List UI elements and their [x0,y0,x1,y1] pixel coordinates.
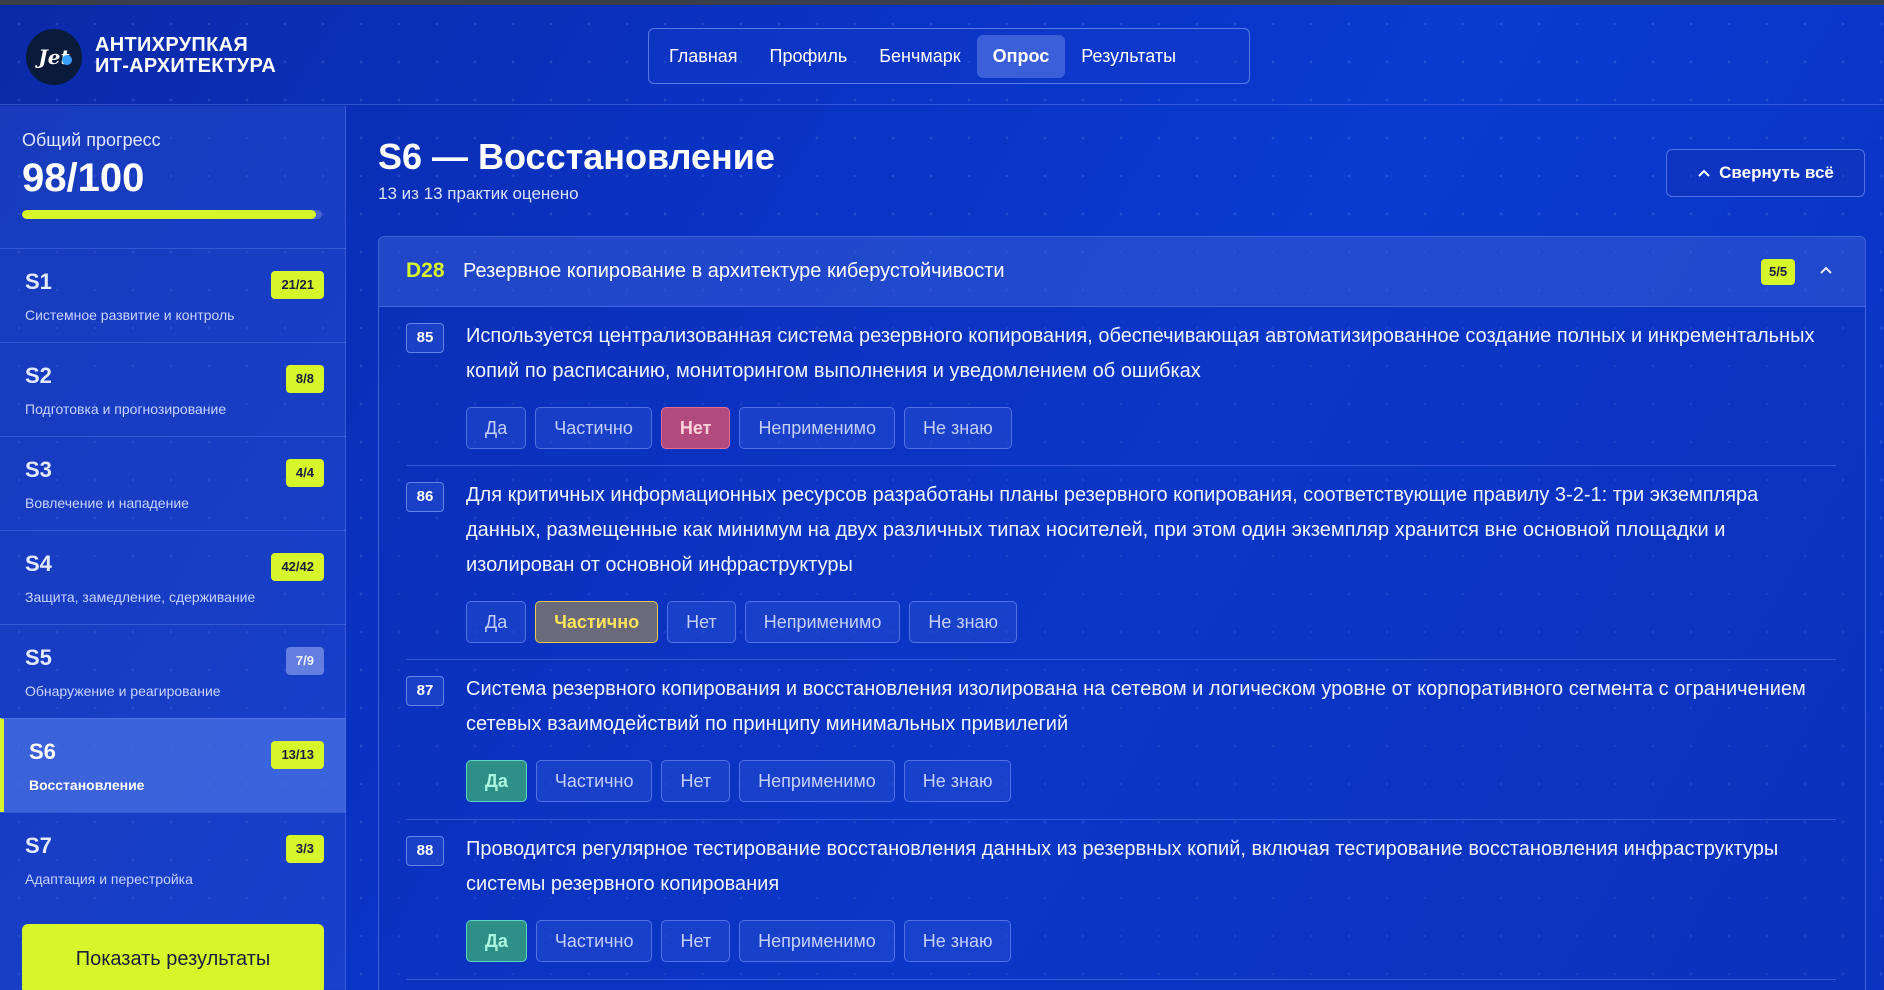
divider [406,659,1836,660]
option-unknown[interactable]: Не знаю [909,601,1018,643]
section-code: S6 [29,739,56,764]
option-partial[interactable]: Частично [535,760,653,802]
main-nav: Главная Профиль Бенчмарк Опрос Результат… [648,28,1250,84]
section-code: S4 [25,551,52,576]
progress-bar [22,210,322,219]
option-partial[interactable]: Частично [535,407,652,449]
option-yes[interactable]: Да [466,920,527,962]
chevron-up-icon[interactable] [1819,259,1833,280]
divider [406,979,1836,980]
brand-name: АНТИХРУПКАЯ ИТ-АРХИТЕКТУРА [95,35,276,77]
brand-line-2: ИТ-АРХИТЕКТУРА [95,55,277,77]
practice-card: D28 Резервное копирование в архитектуре … [378,236,1866,990]
section-code: S3 [25,457,52,482]
section-badge: 4/4 [285,459,324,487]
option-partial[interactable]: Частично [535,601,659,643]
section-name: Обнаружение и реагирование [25,683,221,699]
section-code: S2 [25,363,52,388]
answer-options: Да Частично Нет Неприменимо Не знаю [466,760,1012,802]
sidebar-item-s5[interactable]: S5 Обнаружение и реагирование 7/9 [0,624,346,718]
progress-label: Общий прогресс [22,130,161,150]
divider [406,819,1836,820]
sidebar-item-s4[interactable]: S4 Защита, замедление, сдерживание 42/42 [0,530,346,624]
sidebar-item-s1[interactable]: S1 Системное развитие и контроль 21/21 [0,248,346,342]
option-na[interactable]: Неприменимо [739,407,896,449]
collapse-all-button[interactable]: Свернуть всё [1666,149,1865,197]
option-no[interactable]: Нет [660,407,731,449]
logo-dot [62,55,72,65]
section-badge: 7/9 [285,647,324,675]
progress-bar-fill [22,210,316,219]
question-text: Проводится регулярное тестирование восст… [466,838,1779,895]
app-header: Jet АНТИХРУПКАЯ ИТ-АРХИТЕКТУРА Главная П… [0,5,1884,105]
nav-item-results[interactable]: Результаты [1065,35,1192,78]
sidebar-item-s7[interactable]: S7 Адаптация и перестройка 3/3 [0,812,346,906]
answer-options: Да Частично Нет Неприменимо Не знаю [466,407,1012,449]
card-title: Резервное копирование в архитектуре кибе… [463,260,1005,282]
section-code: S5 [25,645,52,670]
collapse-all-label: Свернуть всё [1719,163,1834,182]
section-badge: 13/13 [271,741,324,769]
nav-item-survey[interactable]: Опрос [976,34,1066,78]
section-badge: 21/21 [271,271,324,299]
option-no[interactable]: Нет [667,601,736,643]
section-name: Адаптация и перестройка [25,871,193,887]
card-badge: 5/5 [1761,259,1796,285]
option-na[interactable]: Неприменимо [739,760,895,802]
sidebar: Общий прогресс 98/100 S1 Системное разви… [0,106,346,990]
page-title: S6 — Восстановление [378,136,775,177]
option-unknown[interactable]: Не знаю [904,407,1012,449]
option-unknown[interactable]: Не знаю [903,760,1012,802]
option-partial[interactable]: Частично [535,920,653,962]
brand-line-1: АНТИХРУПКАЯ [95,34,249,56]
nav-item-benchmark[interactable]: Бенчмарк [863,35,976,78]
option-unknown[interactable]: Не знаю [903,920,1012,962]
answer-options: Да Частично Нет Неприменимо Не знаю [466,920,1012,962]
option-no[interactable]: Нет [661,920,731,962]
section-badge: 42/42 [271,553,324,581]
question-number: 88 [406,836,444,866]
option-yes[interactable]: Да [466,601,527,643]
section-badge: 8/8 [285,365,324,393]
option-na[interactable]: Неприменимо [739,920,895,962]
nav-item-profile[interactable]: Профиль [754,35,864,78]
show-results-button[interactable]: Показать результаты [22,924,324,990]
section-code: S1 [25,269,52,294]
divider [406,465,1836,466]
option-no[interactable]: Нет [661,760,731,802]
section-badge: 3/3 [285,835,324,863]
nav-item-home[interactable]: Главная [653,35,754,78]
sidebar-item-s2[interactable]: S2 Подготовка и прогнозирование 8/8 [0,342,346,436]
section-name: Восстановление [29,777,145,793]
option-na[interactable]: Неприменимо [744,601,901,643]
question-text: Для критичных информационных ресурсов ра… [466,484,1759,576]
sidebar-item-s3[interactable]: S3 Вовлечение и нападение 4/4 [0,436,346,530]
section-name: Подготовка и прогнозирование [25,401,227,417]
question-text: Используется централизованная система ре… [466,325,1815,382]
question-number: 85 [406,323,444,353]
question-text: Система резервного копирования и восстан… [466,678,1806,735]
card-header[interactable]: D28 Резервное копирование в архитектуре … [379,237,1865,307]
progress-value: 98/100 [22,156,145,200]
sidebar-item-s6[interactable]: S6 Восстановление 13/13 [0,718,346,812]
question-number: 87 [406,676,444,706]
section-name: Вовлечение и нападение [25,495,189,511]
answer-options: Да Частично Нет Неприменимо Не знаю [466,601,1018,643]
chevron-up-icon [1698,169,1710,177]
section-code: S7 [25,833,52,858]
page-subtitle: 13 из 13 практик оценено [378,184,579,203]
section-name: Защита, замедление, сдерживание [25,589,256,605]
section-name: Системное развитие и контроль [25,307,235,323]
option-yes[interactable]: Да [466,760,527,802]
option-yes[interactable]: Да [466,407,527,449]
card-code: D28 [406,259,445,282]
question-number: 86 [406,482,444,512]
logo-icon[interactable]: Jet [26,29,82,85]
